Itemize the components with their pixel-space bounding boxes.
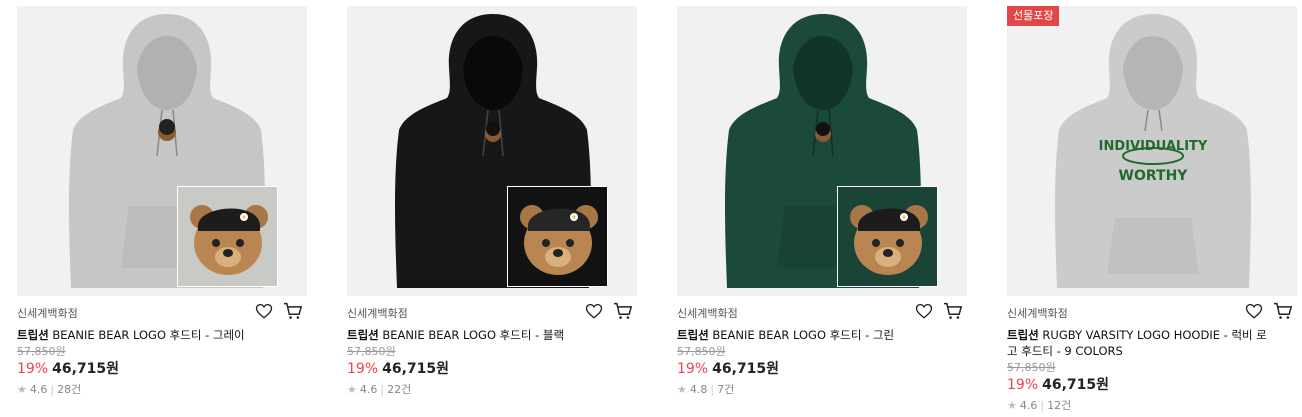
star-icon: ★ [17, 383, 27, 396]
sale-price: 19% 46,715원 [677, 359, 967, 379]
cart-icon[interactable] [943, 302, 963, 320]
star-icon: ★ [677, 383, 687, 396]
discount-rate: 19% [1007, 377, 1039, 393]
logo-closeup [837, 186, 938, 287]
gift-wrap-badge: 선물포장 [1007, 6, 1060, 26]
rating: ★ 4.6 | 12건 [1007, 399, 1072, 412]
original-price: 57,850원 [677, 345, 726, 358]
heart-icon[interactable] [255, 302, 275, 320]
price-value: 46,715원 [52, 361, 120, 377]
heart-icon[interactable] [1245, 302, 1265, 320]
discount-rate: 19% [347, 361, 379, 377]
product-card[interactable]: 신세계백화점 트립션 BEANIE BEAR LOGO 후드티 - 그레이 57… [17, 6, 307, 397]
product-card[interactable]: 신세계백화점 트립션 BEANIE BEAR LOGO 후드티 - 블랙 57,… [347, 6, 637, 397]
cart-icon[interactable] [1273, 302, 1293, 320]
product-image[interactable] [677, 6, 967, 296]
print-line-1: INDIVIDUALITY [1099, 139, 1208, 154]
product-image[interactable]: INDIVIDUALITY WORTHY 선물포장 [1007, 6, 1297, 296]
product-grid: 신세계백화점 트립션 BEANIE BEAR LOGO 후드티 - 그레이 57… [0, 0, 1302, 417]
product-card[interactable]: 신세계백화점 트립션 BEANIE BEAR LOGO 후드티 - 그린 57,… [677, 6, 967, 397]
price-value: 46,715원 [382, 361, 450, 377]
heart-icon[interactable] [915, 302, 935, 320]
product-image[interactable] [347, 6, 637, 296]
star-icon: ★ [347, 383, 357, 396]
price-value: 46,715원 [1042, 377, 1110, 393]
product-title[interactable]: 트립션 BEANIE BEAR LOGO 후드티 - 그린 [677, 327, 945, 343]
discount-rate: 19% [17, 361, 49, 377]
brand-name: 신세계백화점 [347, 307, 408, 320]
brand-name: 신세계백화점 [17, 307, 78, 320]
heart-icon[interactable] [585, 302, 605, 320]
star-icon: ★ [1007, 399, 1017, 412]
review-count: 12건 [1047, 399, 1072, 412]
brand-name: 신세계백화점 [1007, 307, 1068, 320]
product-image[interactable] [17, 6, 307, 296]
rating: ★ 4.8 | 7건 [677, 383, 735, 396]
review-count: 28건 [57, 383, 82, 396]
product-title[interactable]: 트립션 BEANIE BEAR LOGO 후드티 - 그레이 [17, 327, 285, 343]
hoodie-image: INDIVIDUALITY WORTHY [1055, 14, 1251, 288]
sale-price: 19% 46,715원 [17, 359, 307, 379]
product-card[interactable]: INDIVIDUALITY WORTHY 선물포장 신세계백화점 트립션 RUG… [1007, 6, 1297, 413]
rating: ★ 4.6 | 22건 [347, 383, 412, 396]
product-title[interactable]: 트립션 RUGBY VARSITY LOGO HOODIE - 럭비 로고 후드… [1007, 327, 1275, 359]
sale-price: 19% 46,715원 [347, 359, 637, 379]
price-value: 46,715원 [712, 361, 780, 377]
original-price: 57,850원 [347, 345, 396, 358]
cart-icon[interactable] [283, 302, 303, 320]
product-title[interactable]: 트립션 BEANIE BEAR LOGO 후드티 - 블랙 [347, 327, 615, 343]
logo-closeup [177, 186, 278, 287]
original-price: 57,850원 [17, 345, 66, 358]
discount-rate: 19% [677, 361, 709, 377]
rating: ★ 4.6 | 28건 [17, 383, 82, 396]
sale-price: 19% 46,715원 [1007, 375, 1297, 395]
review-count: 22건 [387, 383, 412, 396]
logo-closeup [507, 186, 608, 287]
brand-name: 신세계백화점 [677, 307, 738, 320]
cart-icon[interactable] [613, 302, 633, 320]
print-line-2: WORTHY [1119, 168, 1189, 184]
original-price: 57,850원 [1007, 361, 1056, 374]
review-count: 7건 [717, 383, 735, 396]
